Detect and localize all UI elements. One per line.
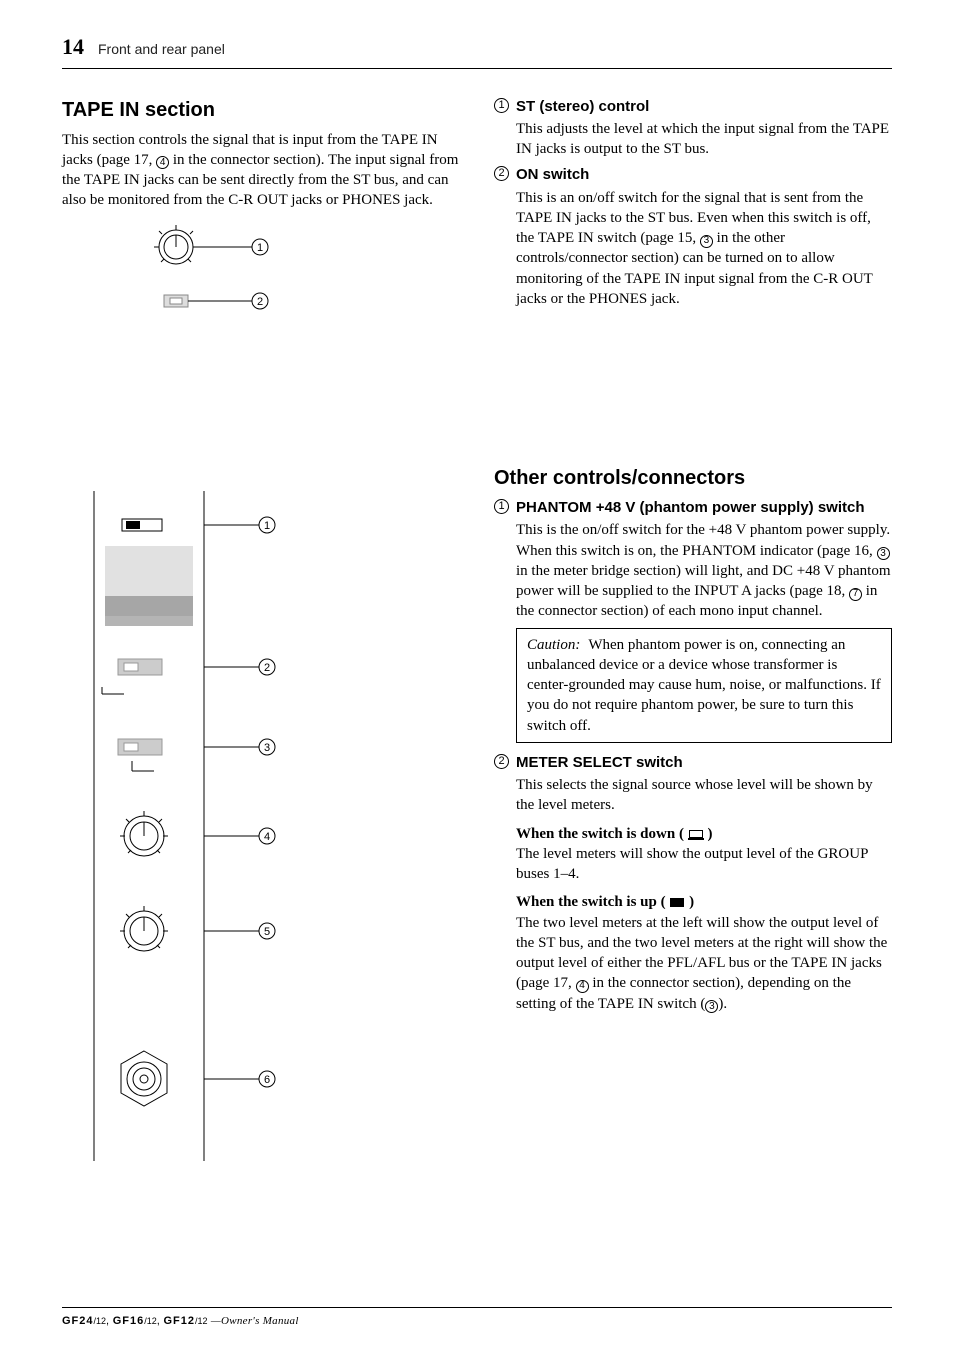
item-desc: This is the on/off switch for the +48 V … [516, 520, 892, 621]
left-column: TAPE IN section This section controls th… [62, 97, 460, 1171]
circled-1-icon: 1 [494, 499, 509, 514]
item-on-switch: 2 ON switch This is an on/off switch for… [494, 165, 892, 309]
page-header: 14 Front and rear panel [62, 32, 892, 68]
item-st-control: 1 ST (stereo) control This adjusts the l… [494, 97, 892, 160]
item-title: METER SELECT switch [516, 753, 892, 773]
circled-2-icon: 2 [494, 166, 509, 181]
knob-5-icon: 5 [120, 906, 275, 951]
other-controls-heading: Other controls/connectors [494, 465, 892, 492]
tape-in-heading: TAPE IN section [62, 97, 460, 124]
item-title: ON switch [516, 165, 892, 185]
meter-select-icon: 2 [102, 659, 275, 694]
item-title: ST (stereo) control [516, 97, 892, 117]
item-desc: This adjusts the level at which the inpu… [516, 119, 892, 160]
section-title: Front and rear panel [98, 40, 225, 59]
caution-text: When phantom power is on, connecting an … [527, 637, 881, 734]
switch-down-body: The level meters will show the output le… [516, 844, 892, 885]
svg-text:1: 1 [257, 242, 263, 254]
svg-text:4: 4 [264, 831, 270, 843]
item-phantom: 1 PHANTOM +48 V (phantom power supply) s… [494, 498, 892, 743]
item-meter-select: 2 METER SELECT switch This selects the s… [494, 753, 892, 1014]
switch-up-icon [670, 898, 684, 907]
item-title: PHANTOM +48 V (phantom power supply) swi… [516, 498, 892, 518]
page-footer: GF24/12, GF16/12, GF12/12 —Owner's Manua… [62, 1307, 892, 1329]
diagram-other-controls: 1 2 [84, 491, 460, 1161]
circled-2-icon: 2 [494, 754, 509, 769]
switch-up-body: The two level meters at the left will sh… [516, 913, 892, 1014]
circled-4-icon: 4 [156, 156, 169, 169]
svg-text:3: 3 [264, 742, 270, 754]
diagram-tape-in: 1 2 [132, 221, 460, 331]
switch-icon: 2 [164, 293, 268, 309]
footer-line: GF24/12, GF16/12, GF12/12 —Owner's Manua… [62, 1314, 892, 1329]
switch-down-icon [689, 830, 703, 839]
caution-lead: Caution: [527, 637, 580, 653]
footer-rule [62, 1307, 892, 1308]
caution-box: Caution:When phantom power is on, connec… [516, 628, 892, 743]
switch-down-heading: When the switch is down ( ) [516, 824, 892, 844]
header-rule [62, 68, 892, 69]
page-number: 14 [62, 32, 84, 62]
circled-3-icon: 3 [705, 1000, 718, 1013]
svg-text:1: 1 [264, 520, 270, 532]
svg-text:2: 2 [264, 662, 270, 674]
circled-1-icon: 1 [494, 98, 509, 113]
model-2: GF16 [113, 1315, 145, 1327]
svg-text:6: 6 [264, 1074, 270, 1086]
right-column: 1 ST (stereo) control This adjusts the l… [494, 97, 892, 1171]
item-desc: This is an on/off switch for the signal … [516, 188, 892, 310]
switch-up-heading: When the switch is up ( ) [516, 892, 892, 912]
model-1: GF24 [62, 1315, 94, 1327]
model-3: GF12 [164, 1315, 196, 1327]
tape-in-switch-icon: 3 [118, 739, 275, 771]
circled-7-icon: 7 [849, 588, 862, 601]
knob-icon: 1 [154, 225, 268, 264]
circled-3-icon: 3 [700, 235, 713, 248]
manual-label: —Owner's Manual [211, 1315, 299, 1327]
circled-3-icon: 3 [877, 547, 890, 560]
phantom-switch-icon: 1 [122, 517, 275, 533]
item-desc: This selects the signal source whose lev… [516, 775, 892, 816]
content-columns: TAPE IN section This section controls th… [62, 97, 892, 1171]
circled-4-icon: 4 [576, 980, 589, 993]
knob-4-icon: 4 [120, 811, 275, 856]
phones-jack-icon: 6 [121, 1051, 275, 1106]
svg-text:5: 5 [264, 926, 270, 938]
tape-in-intro: This section controls the signal that is… [62, 130, 460, 211]
svg-text:2: 2 [257, 296, 263, 308]
